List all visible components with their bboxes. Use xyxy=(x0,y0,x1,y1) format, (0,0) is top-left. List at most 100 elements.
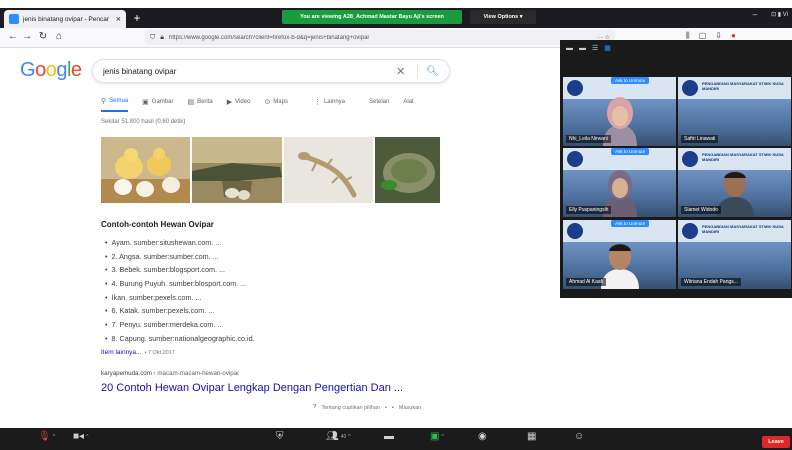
more-items: Item lainnya... • 7 Okt 2017 xyxy=(101,349,175,356)
search-icon[interactable]: 🔍︎ xyxy=(426,66,439,77)
participant-tile[interactable]: Ask to Unmute Nhi_Leila Nirwani xyxy=(563,77,676,146)
search-divider xyxy=(417,64,419,78)
map-pin-icon: ⊙ xyxy=(264,99,271,106)
image-icon: ▣ xyxy=(142,99,149,106)
window-menu-icon[interactable]: ⊡ ▮ Vi xyxy=(771,11,788,19)
snippet-title: Contoh-contoh Hewan Ovipar xyxy=(101,220,214,229)
ask-to-unmute-button[interactable]: Ask to Unmute xyxy=(611,77,650,84)
reload-icon[interactable]: ↻ xyxy=(36,30,50,44)
participants-icon[interactable]: 👥︎ 40 ^ xyxy=(326,431,351,442)
tab-label: Maps xyxy=(273,99,288,105)
browser-tab[interactable]: jenis binatang ovipar - Pencar × xyxy=(4,10,126,28)
university-logo-icon xyxy=(682,80,698,96)
list-item: 3. Bebek. sumber:blogsport.com. ... xyxy=(105,263,255,277)
chat-icon[interactable]: ▬ xyxy=(384,431,394,442)
participant-name: Elly Puspaningsih xyxy=(566,206,612,214)
participant-name: Slamet Widodo xyxy=(681,206,721,214)
university-logo-icon xyxy=(682,223,698,239)
address-bar[interactable]: ⛉ 🔒︎ https://www.google.com/search?clien… xyxy=(145,30,615,45)
image-crocodile[interactable] xyxy=(192,137,282,203)
about-snippets-link[interactable]: Tentang cuplikan pilihan xyxy=(321,405,380,411)
mute-mic-icon[interactable]: 🎙︎ ^ xyxy=(38,431,55,442)
participant-tile[interactable]: PENGABDIAN MASYARAKAT STMIK NUSA MANDIRI… xyxy=(678,220,791,289)
list-item: Ikan. sumber:pexels.com. ... xyxy=(105,291,255,305)
dot-separator: • xyxy=(385,404,387,411)
ask-to-unmute-button[interactable]: Ask to Unmute xyxy=(611,148,650,155)
list-item: 6. Katak. sumber:pexels.com. ... xyxy=(105,304,255,318)
record-icon[interactable]: ◉ xyxy=(478,431,487,442)
tab-label: Berita xyxy=(197,99,213,105)
strip-view-icon[interactable]: ▬ xyxy=(579,45,586,52)
image-gecko[interactable] xyxy=(283,137,374,203)
list-item: 8. Capung. sumber:nationalgeographic.co.… xyxy=(105,332,255,346)
list-item: 2. Angsa. sumber:sumber.com. ... xyxy=(105,250,255,264)
gallery-view-icon[interactable]: ▦ xyxy=(604,44,611,52)
list-item: 4. Burung Puyuh. sumber:blosport.com. ..… xyxy=(105,277,255,291)
leave-button[interactable]: Leave xyxy=(762,436,790,448)
zoom-meeting-controls: 🎙︎ ^ ■◂ ^ ⛨ 👥︎ 40 ^ ▬ ▣ ^ ◉ ▦ ☺ Leave xyxy=(0,428,792,450)
tab-gambar[interactable]: ▣ Gambar xyxy=(142,96,173,108)
breakout-rooms-icon[interactable]: ▦ xyxy=(527,431,536,442)
more-items-link[interactable]: Item lainnya... xyxy=(101,349,141,356)
tab-video[interactable]: ▶ Video xyxy=(227,96,251,108)
image-chicks-eggs[interactable] xyxy=(101,137,191,203)
snippet-list: Ayam. sumber:situshewan.com. ... 2. Angs… xyxy=(105,236,255,346)
speaker-view-icon[interactable]: ☰ xyxy=(592,44,598,52)
tile-banner: PENGABDIAN MASYARAKAT STMIK NUSA MANDIRI xyxy=(678,220,791,242)
reactions-icon[interactable]: ☺ xyxy=(574,431,584,442)
tab-setelan[interactable]: Setelan xyxy=(369,96,389,108)
feedback-link[interactable]: Masukan xyxy=(399,405,421,411)
lock-icon: 🔒︎ xyxy=(160,33,164,41)
banner-text: PENGABDIAN MASYARAKAT STMIK NUSA MANDIRI xyxy=(702,81,784,91)
tab-label: Alat xyxy=(403,99,414,105)
zoom-favicon-icon xyxy=(9,14,19,24)
news-icon: ▤ xyxy=(187,99,195,106)
university-logo-icon xyxy=(567,80,583,96)
tab-maps[interactable]: ⊙ Maps xyxy=(264,96,288,108)
featured-images xyxy=(101,137,441,203)
tab-berita[interactable]: ▤ Berita xyxy=(187,96,212,108)
image-turtle[interactable] xyxy=(375,137,441,203)
search-input[interactable]: jenis binatang ovipar ✕ 🔍︎ xyxy=(92,59,450,83)
screen: jenis binatang ovipar - Pencar × + You a… xyxy=(0,0,792,450)
minimize-gallery-icon[interactable]: ▬ xyxy=(566,45,573,52)
university-logo-icon xyxy=(567,223,583,239)
new-tab-button[interactable]: + xyxy=(130,10,144,26)
list-item: 7. Penyu. sumber:merdeka.com. ... xyxy=(105,318,255,332)
tab-lainnya[interactable]: ⋮ Lainnya xyxy=(314,96,345,108)
search-icon: ⚲ xyxy=(101,98,107,105)
participant-tile[interactable]: Ask to Unmute Ahmad Al Kaafi xyxy=(563,220,676,289)
result-title-link[interactable]: 20 Contoh Hewan Ovipar Lengkap Dengan Pe… xyxy=(101,382,403,394)
share-screen-icon[interactable]: ▣ ^ xyxy=(430,431,444,442)
tab-label: Semua xyxy=(109,98,129,104)
browser-tab-title: jenis binatang ovipar - Pencar xyxy=(23,15,109,23)
participant-tile-active[interactable]: PENGABDIAN MASYARAKAT STMIK NUSA MANDIRI… xyxy=(678,148,791,217)
minimize-icon[interactable]: – xyxy=(753,10,757,19)
zoom-viewing-banner: You are viewing A28_Achmad Mastar Bayu A… xyxy=(282,10,462,24)
video-icon: ▶ xyxy=(226,99,233,106)
participant-name: Ahmad Al Kaafi xyxy=(566,278,607,286)
url-text: https://www.google.com/search?client=fir… xyxy=(168,34,370,41)
participant-tile[interactable]: PENGABDIAN MASYARAKAT STMIK NUSA MANDIRI… xyxy=(678,77,791,146)
tab-label: Video xyxy=(235,99,251,105)
clear-icon[interactable]: ✕ xyxy=(396,65,405,78)
back-icon[interactable]: ← xyxy=(6,30,20,44)
university-logo-icon xyxy=(682,151,698,167)
close-tab-icon[interactable]: × xyxy=(116,14,121,24)
search-query[interactable]: jenis binatang ovipar xyxy=(103,67,396,76)
google-logo[interactable]: Google xyxy=(20,59,82,82)
participant-tile[interactable]: Ask to Unmute Elly Puspaningsih xyxy=(563,148,676,217)
snippet-feedback: ❓︎ Tentang cuplikan pilihan • ▪ Masukan xyxy=(313,404,421,411)
source-domain: karyapemuda.com xyxy=(101,370,152,377)
view-options-button[interactable]: View Options ▾ xyxy=(470,10,536,24)
forward-icon[interactable]: → xyxy=(20,30,34,44)
zoom-gallery-panel: ▬ ▬ ☰ ▦ Ask to Unmute Nhi_Leila Nirwani … xyxy=(560,40,792,298)
banner-text: PENGABDIAN MASYARAKAT STMIK NUSA MANDIRI xyxy=(702,224,784,234)
home-icon[interactable]: ⌂ xyxy=(52,30,66,44)
video-camera-icon[interactable]: ■◂ ^ xyxy=(73,431,88,442)
ask-to-unmute-button[interactable]: Ask to Unmute xyxy=(611,220,650,227)
tab-alat[interactable]: Alat xyxy=(403,96,413,108)
security-icon[interactable]: ⛨ xyxy=(276,431,284,442)
more-icon: ⋮ xyxy=(313,99,321,106)
tab-semua[interactable]: ⚲ Semua xyxy=(101,96,129,112)
